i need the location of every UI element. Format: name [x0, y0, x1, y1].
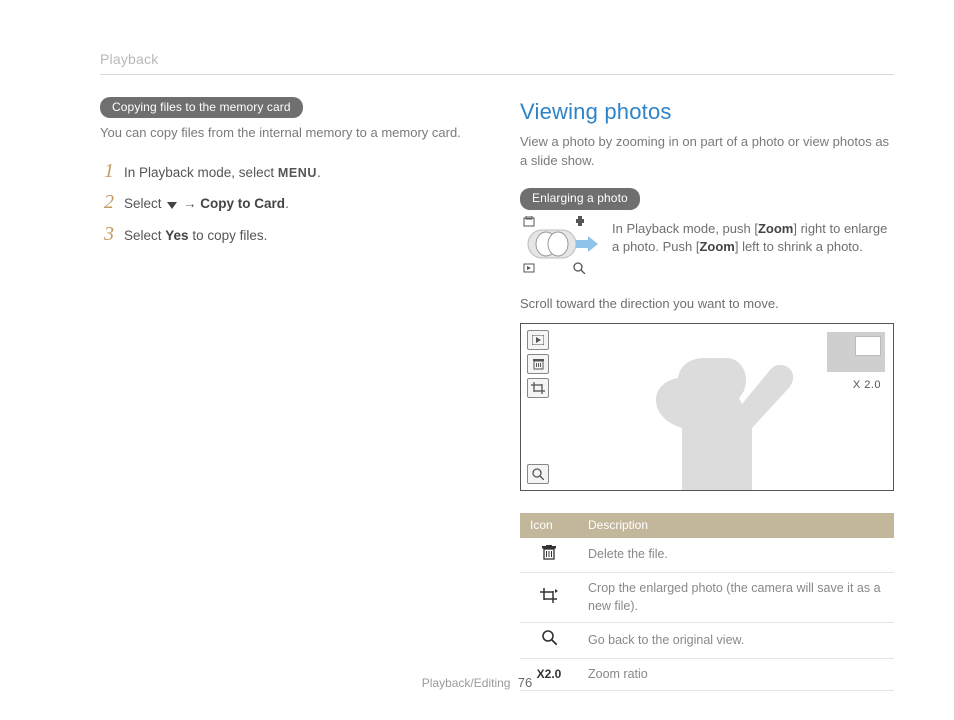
th-description: Description: [578, 513, 894, 538]
table-row: Delete the file.: [520, 538, 894, 573]
scroll-note: Scroll toward the direction you want to …: [520, 295, 894, 313]
pill-copy-files: Copying files to the memory card: [100, 97, 303, 119]
zoom-instruction-row: In Playback mode, push [Zoom] right to e…: [520, 216, 894, 279]
step-pre: Select: [124, 196, 165, 211]
cell-icon-trash: [520, 538, 578, 573]
cell-icon-crop: [520, 573, 578, 623]
step-post: to copy files.: [189, 228, 268, 243]
step-pre: In Playback mode, select: [124, 165, 278, 180]
trash-icon: [527, 354, 549, 374]
viewer-minimap: [827, 332, 885, 372]
step-post: .: [317, 165, 321, 180]
step-pre: Select: [124, 228, 165, 243]
step-3: 3 Select Yes to copy files.: [100, 224, 474, 246]
header-rule: [100, 74, 894, 75]
step-1: 1 In Playback mode, select MENU.: [100, 161, 474, 183]
viewer-toolbar: [527, 330, 549, 398]
cell-desc: Delete the file.: [578, 538, 894, 573]
viewer-zoom-ratio: X 2.0: [853, 378, 881, 393]
cell-desc: Crop the enlarged photo (the camera will…: [578, 573, 894, 623]
photo-silhouette: [631, 340, 831, 490]
icon-description-table: Icon Description Delete the file. Crop t…: [520, 513, 894, 691]
step-bold: Yes: [165, 228, 188, 243]
zt-d: Zoom: [699, 239, 734, 254]
step-number: 3: [100, 224, 114, 244]
step-text: Select Yes to copy files.: [124, 227, 267, 246]
step-text: Select → Copy to Card.: [124, 195, 289, 214]
th-icon: Icon: [520, 513, 578, 538]
table-row: Crop the enlarged photo (the camera will…: [520, 573, 894, 623]
footer-section: Playback/Editing: [422, 676, 511, 690]
cell-icon-magnifier: [520, 623, 578, 659]
play-icon: [527, 330, 549, 350]
zt-a: In Playback mode, push [: [612, 221, 758, 236]
cell-desc: Go back to the original view.: [578, 623, 894, 659]
breadcrumb: Playback: [100, 50, 894, 70]
table-row: Go back to the original view.: [520, 623, 894, 659]
menu-glyph: MENU: [278, 166, 317, 180]
crop-icon: [527, 378, 549, 398]
content-columns: Copying files to the memory card You can…: [100, 97, 894, 692]
step-post: .: [285, 196, 289, 211]
chevron-down-icon: [165, 196, 179, 211]
right-column: Viewing photos View a photo by zooming i…: [520, 97, 894, 692]
zt-e: ] left to shrink a photo.: [735, 239, 863, 254]
section-title-viewing-photos: Viewing photos: [520, 97, 894, 128]
left-column: Copying files to the memory card You can…: [100, 97, 474, 692]
page-footer: Playback/Editing 76: [0, 674, 954, 692]
photo-viewer: X 2.0: [520, 323, 894, 491]
page-number: 76: [518, 675, 532, 690]
viewer-magnifier: [527, 464, 549, 484]
magnifier-icon: [527, 464, 549, 484]
pill-enlarging-photo: Enlarging a photo: [520, 188, 640, 210]
zt-b: Zoom: [758, 221, 793, 236]
left-lead: You can copy files from the internal mem…: [100, 124, 474, 142]
step-number: 2: [100, 192, 114, 212]
step-bold: Copy to Card: [200, 196, 285, 211]
zoom-instruction-text: In Playback mode, push [Zoom] right to e…: [612, 216, 894, 256]
right-lead: View a photo by zooming in on part of a …: [520, 133, 894, 169]
zoom-lever-illustration: [520, 216, 598, 279]
step-2: 2 Select → Copy to Card.: [100, 192, 474, 214]
step-number: 1: [100, 161, 114, 181]
step-text: In Playback mode, select MENU.: [124, 164, 321, 183]
